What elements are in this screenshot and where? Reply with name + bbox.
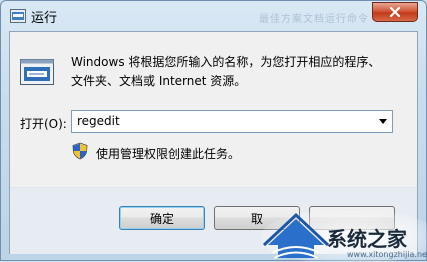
watermark-brand: 系统之家 bbox=[327, 227, 407, 251]
run-dialog-window: 运行 最佳方案文档运行命令 Windows 将根据您所输入的名称，为您打开相应的… bbox=[0, 0, 427, 262]
close-button[interactable] bbox=[372, 2, 418, 22]
open-label: 打开(O): bbox=[20, 117, 67, 131]
uac-shield-icon bbox=[72, 142, 88, 160]
run-program-icon bbox=[20, 59, 54, 85]
dialog-description: Windows 将根据您所输入的名称，为您打开相应的程序、 文件夹、文档或 In… bbox=[71, 53, 401, 91]
watermark-url: www.xitongzhijia.net bbox=[347, 250, 427, 259]
admin-privilege-note: 使用管理权限创建此任务。 bbox=[96, 147, 241, 161]
title-bar[interactable]: 运行 最佳方案文档运行命令 bbox=[1, 1, 426, 31]
run-app-icon bbox=[10, 9, 26, 23]
open-input-value[interactable]: regedit bbox=[77, 114, 120, 128]
close-icon bbox=[389, 6, 401, 18]
open-combobox[interactable]: regedit bbox=[71, 110, 393, 133]
description-line-1: Windows 将根据您所输入的名称，为您打开相应的程序、 bbox=[71, 55, 381, 69]
chevron-down-icon[interactable] bbox=[379, 119, 387, 124]
description-line-2: 文件夹、文档或 Internet 资源。 bbox=[71, 74, 247, 88]
background-title-text: 最佳方案文档运行命令 bbox=[259, 14, 369, 25]
window-title: 运行 bbox=[31, 11, 58, 26]
ok-button[interactable]: 确定 bbox=[119, 206, 205, 230]
